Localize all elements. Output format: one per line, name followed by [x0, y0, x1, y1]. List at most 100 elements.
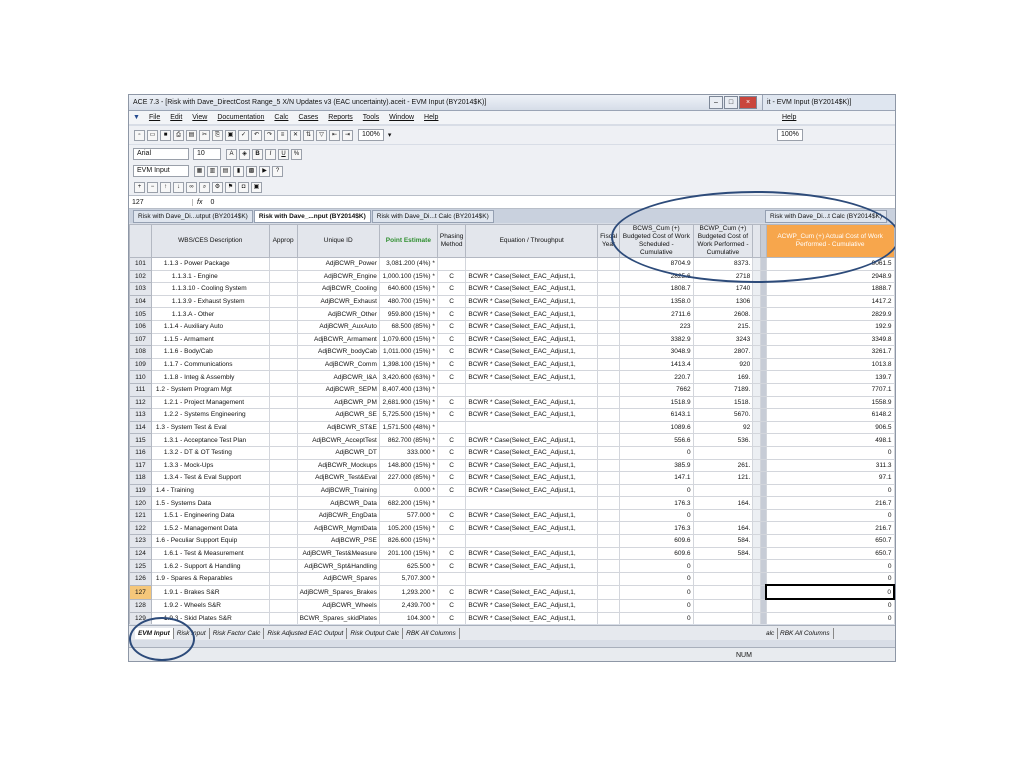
collapse-icon[interactable]: −	[147, 181, 158, 193]
scrollbar-track[interactable]	[752, 496, 762, 510]
wbs-description-cell[interactable]: 1.5.2 - Management Data	[150, 521, 270, 536]
row-number[interactable]: 113	[129, 408, 152, 422]
approp-cell[interactable]	[268, 546, 298, 561]
fiscal-year-cell[interactable]	[597, 458, 621, 473]
paste-icon[interactable]: ▣	[225, 129, 236, 141]
bcwp-cell[interactable]: 5670.	[692, 408, 754, 422]
fiscal-year-cell[interactable]	[597, 571, 621, 586]
zoom-dropdown-icon[interactable]: ▾	[388, 131, 392, 139]
approp-cell[interactable]	[268, 458, 298, 473]
bcwp-cell[interactable]: 1740	[692, 282, 754, 296]
equation-cell[interactable]	[465, 257, 599, 271]
bcwp-cell[interactable]: 2608.	[692, 307, 754, 321]
save-icon[interactable]: ■	[160, 129, 171, 141]
approp-cell[interactable]	[268, 611, 298, 624]
table-row[interactable]: 104 1.1.3.9 - Exhaust System AdjBCWR_Exhau…	[129, 294, 895, 309]
bcws-cell[interactable]: 0	[619, 571, 694, 586]
fiscal-year-cell[interactable]	[597, 319, 621, 334]
unique-id-cell[interactable]: AdjBCWR_Comm	[296, 357, 380, 372]
menu-edit[interactable]: Edit	[165, 114, 187, 121]
scrollbar-track[interactable]	[752, 508, 762, 523]
approp-cell[interactable]	[268, 483, 298, 498]
row-number[interactable]: 117	[129, 458, 152, 473]
wbs-description-cell[interactable]: 1.1.3.9 - Exhaust System	[150, 294, 270, 309]
lock-icon[interactable]: ◘	[238, 181, 249, 193]
point-estimate-cell[interactable]: 148.800 (15%) *	[378, 458, 438, 473]
unique-id-cell[interactable]: AdjBCWR_SE	[296, 408, 380, 422]
acwp-cell[interactable]: 192.9	[765, 319, 895, 334]
phasing-method-cell[interactable]: C	[436, 584, 467, 600]
equation-cell[interactable]	[465, 571, 599, 586]
acwp-cell[interactable]: 1417.2	[765, 294, 895, 309]
calculator-icon[interactable]: ▩	[246, 165, 257, 177]
bcws-cell[interactable]: 0	[619, 611, 694, 624]
point-estimate-cell[interactable]: 1,011.000 (15%) *	[378, 345, 438, 359]
vertical-scrollbar-header[interactable]	[752, 224, 762, 258]
point-estimate-cell[interactable]: 227.000 (85%) *	[378, 471, 438, 485]
equation-cell[interactable]: BCWR * Case(Select_EAC_Adjust,1,	[465, 458, 599, 473]
filter-icon[interactable]: ▽	[316, 129, 327, 141]
bcws-cell[interactable]: 176.3	[619, 521, 694, 536]
zoom-combo[interactable]: 100%	[358, 129, 384, 141]
settings-icon[interactable]: ⚙	[212, 181, 223, 193]
phasing-method-cell[interactable]	[436, 382, 467, 397]
row-number[interactable]: 104	[129, 294, 152, 309]
fill-color-icon[interactable]: ◈	[239, 148, 250, 160]
equation-cell[interactable]: BCWR * Case(Select_EAC_Adjust,1,	[465, 611, 599, 624]
bcwp-cell[interactable]	[692, 508, 754, 523]
equation-cell[interactable]	[465, 496, 599, 510]
approp-cell[interactable]	[268, 471, 298, 485]
redo-icon[interactable]: ↷	[264, 129, 275, 141]
fiscal-year-cell[interactable]	[597, 282, 621, 296]
approp-cell[interactable]	[268, 332, 298, 347]
fiscal-year-cell[interactable]	[597, 257, 621, 271]
point-estimate-cell[interactable]: 68.500 (85%) *	[378, 319, 438, 334]
wbs-description-cell[interactable]: 1.2.1 - Project Management	[150, 395, 270, 410]
wbs-description-cell[interactable]: 1.1.3.1 - Engine	[150, 269, 270, 284]
bcwp-cell[interactable]: 920	[692, 357, 754, 372]
sheet-tab-evm-input[interactable]: EVM Input	[135, 627, 174, 639]
fiscal-year-cell[interactable]	[597, 559, 621, 573]
insert-row-icon[interactable]: ≡	[277, 129, 288, 141]
col-header-phasing[interactable]: Phasing Method	[436, 224, 467, 258]
scrollbar-track[interactable]	[752, 471, 762, 485]
doc-tab-input[interactable]: Risk with Dave_...nput (BY2014$K)	[253, 209, 371, 223]
bcws-cell[interactable]: 2825.6	[619, 269, 694, 284]
scrollbar-track[interactable]	[752, 257, 762, 271]
equation-cell[interactable]: BCWR * Case(Select_EAC_Adjust,1,	[465, 357, 599, 372]
equation-cell[interactable]	[465, 534, 599, 548]
row-number[interactable]: 106	[129, 319, 152, 334]
acwp-cell[interactable]: 0	[765, 483, 895, 498]
phasing-method-cell[interactable]: C	[436, 319, 467, 334]
table-row[interactable]: 123 1.6 - Peculiar Support Equip AdjBCWR_P…	[129, 534, 895, 548]
bcws-cell[interactable]: 2711.6	[619, 307, 694, 321]
row-number[interactable]: 107	[129, 332, 152, 347]
phasing-method-cell[interactable]: C	[436, 408, 467, 422]
wbs-description-cell[interactable]: 1.2.2 - Systems Engineering	[150, 408, 270, 422]
bcws-cell[interactable]: 556.6	[619, 433, 694, 447]
row-number[interactable]: 121	[129, 508, 152, 523]
point-estimate-cell[interactable]: 333.000 *	[378, 445, 438, 460]
bcws-cell[interactable]: 0	[619, 445, 694, 460]
sheet-tab-risk-factor-calc[interactable]: Risk Factor Calc	[210, 627, 265, 639]
row-number[interactable]: 123	[129, 534, 152, 548]
bcwp-cell[interactable]: 2807.	[692, 345, 754, 359]
equation-cell[interactable]: BCWR * Case(Select_EAC_Adjust,1,	[465, 395, 599, 410]
phasing-method-cell[interactable]	[436, 420, 467, 435]
table-row[interactable]: 105 1.1.3.A - Other AdjBCWR_Other 959.800 (…	[129, 307, 895, 321]
zoom-combo-right[interactable]: 100%	[777, 129, 803, 141]
bcws-cell[interactable]: 1089.6	[619, 420, 694, 435]
acwp-cell[interactable]: 216.7	[765, 521, 895, 536]
row-number[interactable]: 120	[129, 496, 152, 510]
fiscal-year-cell[interactable]	[597, 269, 621, 284]
bcws-cell[interactable]: 0	[619, 483, 694, 498]
unique-id-cell[interactable]: AdjBCWR_bodyCab	[296, 345, 380, 359]
fiscal-year-cell[interactable]	[597, 332, 621, 347]
unique-id-cell[interactable]: AdjBCWR_ST&E	[296, 420, 380, 435]
row-number[interactable]: 115	[129, 433, 152, 447]
acwp-cell[interactable]: 3349.8	[765, 332, 895, 347]
bcws-cell[interactable]: 609.6	[619, 534, 694, 548]
phasing-method-cell[interactable]: C	[436, 471, 467, 485]
grid-icon[interactable]: ▦	[194, 165, 205, 177]
scrollbar-track[interactable]	[752, 382, 762, 397]
